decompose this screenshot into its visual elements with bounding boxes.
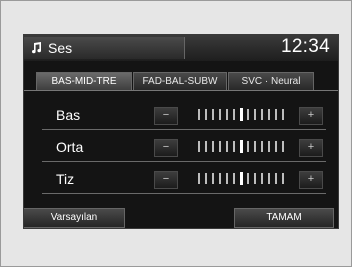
row-divider xyxy=(42,193,326,194)
tab-fad-bal-subw[interactable]: FAD-BAL-SUBW xyxy=(133,72,227,91)
treble-plus-button[interactable]: + xyxy=(299,171,323,189)
ok-button-label: TAMAM xyxy=(266,212,302,223)
level-tick xyxy=(205,109,207,120)
level-tick xyxy=(198,109,200,120)
level-tick xyxy=(254,173,256,184)
tab-label: BAS-MID-TRE xyxy=(51,76,117,87)
level-tick xyxy=(247,173,249,184)
level-tick xyxy=(226,141,228,152)
level-tick xyxy=(205,141,207,152)
level-tick xyxy=(198,141,200,152)
mid-level-slider[interactable] xyxy=(198,140,284,153)
mid-minus-button[interactable]: − xyxy=(154,139,178,157)
mid-label: Orta xyxy=(56,139,84,155)
level-tick xyxy=(282,109,284,120)
tab-label: FAD-BAL-SUBW xyxy=(142,76,218,87)
level-tick xyxy=(268,109,270,120)
title-bar: Ses 12:34 xyxy=(24,35,338,61)
tab-bar: BAS-MID-TRE FAD-BAL-SUBW SVC · Neural xyxy=(24,72,338,91)
row-divider xyxy=(42,161,326,162)
bass-minus-button[interactable]: − xyxy=(154,107,178,125)
treble-row: Tiz − + xyxy=(42,166,326,194)
mid-plus-button[interactable]: + xyxy=(299,139,323,157)
title-panel: Ses xyxy=(24,37,185,59)
tab-underline xyxy=(24,90,338,91)
treble-label: Tiz xyxy=(56,171,75,187)
treble-level-slider[interactable] xyxy=(198,172,284,185)
level-tick xyxy=(226,173,228,184)
level-tick xyxy=(261,141,263,152)
level-tick xyxy=(261,109,263,120)
page-title: Ses xyxy=(48,40,73,56)
bass-plus-button[interactable]: + xyxy=(299,107,323,125)
level-indicator-tick xyxy=(240,140,243,153)
bass-level-slider[interactable] xyxy=(198,108,284,121)
ok-button[interactable]: TAMAM xyxy=(234,208,334,228)
default-button[interactable]: Varsayılan xyxy=(24,208,125,228)
level-tick xyxy=(212,173,214,184)
level-tick xyxy=(254,109,256,120)
level-tick xyxy=(275,141,277,152)
level-tick xyxy=(233,173,235,184)
level-tick xyxy=(198,173,200,184)
level-tick xyxy=(275,173,277,184)
level-tick xyxy=(254,141,256,152)
row-divider xyxy=(42,129,326,130)
audio-settings-screen: Ses 12:34 BAS-MID-TRE FAD-BAL-SUBW SVC ·… xyxy=(23,34,339,229)
level-tick xyxy=(247,109,249,120)
level-tick xyxy=(205,173,207,184)
tab-label: SVC · Neural xyxy=(241,76,301,87)
level-tick xyxy=(212,141,214,152)
level-tick xyxy=(282,173,284,184)
bass-label: Bas xyxy=(56,107,81,123)
level-tick xyxy=(261,173,263,184)
level-tick xyxy=(212,109,214,120)
level-indicator-tick xyxy=(240,172,243,185)
level-indicator-tick xyxy=(240,108,243,121)
level-tick xyxy=(226,109,228,120)
treble-minus-button[interactable]: − xyxy=(154,171,178,189)
level-tick xyxy=(247,141,249,152)
level-tick xyxy=(268,141,270,152)
music-note-icon xyxy=(32,42,42,54)
level-tick xyxy=(219,109,221,120)
tab-bas-mid-tre[interactable]: BAS-MID-TRE xyxy=(36,72,132,91)
bass-row: Bas − + xyxy=(42,102,326,130)
level-tick xyxy=(275,109,277,120)
default-button-label: Varsayılan xyxy=(50,212,98,223)
level-tick xyxy=(219,141,221,152)
level-tick xyxy=(233,109,235,120)
level-tick xyxy=(282,141,284,152)
device-frame: Ses 12:34 BAS-MID-TRE FAD-BAL-SUBW SVC ·… xyxy=(0,0,352,267)
level-tick xyxy=(268,173,270,184)
mid-row: Orta − + xyxy=(42,134,326,162)
level-tick xyxy=(219,173,221,184)
tab-svc-neural[interactable]: SVC · Neural xyxy=(228,72,314,91)
clock: 12:34 xyxy=(280,36,330,57)
level-tick xyxy=(233,141,235,152)
